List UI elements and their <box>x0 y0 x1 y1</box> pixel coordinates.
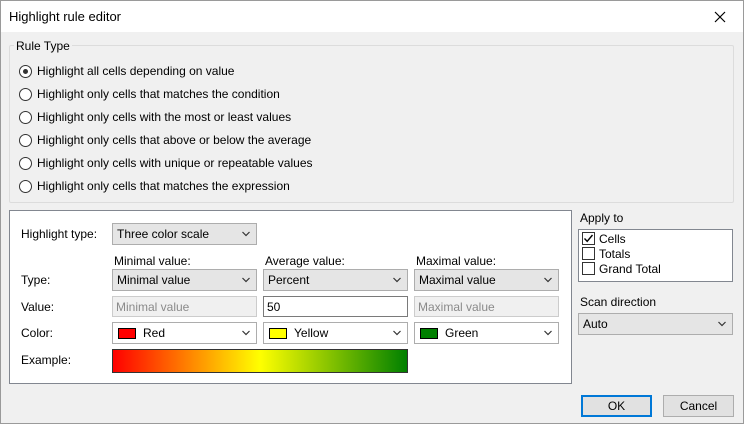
close-button[interactable] <box>697 1 743 32</box>
radio-option-all-cells[interactable]: Highlight all cells depending on value <box>19 63 234 79</box>
min-value-header: Minimal value: <box>114 254 191 268</box>
color-swatch <box>420 327 438 339</box>
min-type-value: Minimal value <box>117 273 191 287</box>
radio-button[interactable] <box>19 133 32 147</box>
radio-label: Highlight only cells that matches the ex… <box>37 179 290 193</box>
cancel-button[interactable]: Cancel <box>663 395 734 417</box>
radio-label: Highlight only cells with the most or le… <box>37 110 292 124</box>
chevron-down-icon <box>242 231 250 237</box>
rule-type-legend: Rule Type <box>14 39 72 53</box>
dialog-window: Highlight rule editor Rule Type Highligh… <box>0 0 744 424</box>
value-row-label: Value: <box>21 300 55 314</box>
checkbox-label: Totals <box>599 246 631 261</box>
checkbox-label: Cells <box>599 231 626 246</box>
min-color-select[interactable]: Red <box>112 322 257 344</box>
radio-button[interactable] <box>19 179 32 193</box>
scan-direction-value: Auto <box>583 317 608 331</box>
color-row-label: Color: <box>21 326 54 340</box>
radio-option-condition[interactable]: Highlight only cells that matches the co… <box>19 86 280 102</box>
radio-option-average[interactable]: Highlight only cells that above or below… <box>19 132 311 148</box>
max-type-value: Maximal value <box>419 273 496 287</box>
apply-to-item-grand-total[interactable]: Grand Total <box>582 261 661 276</box>
check-icon <box>583 234 594 243</box>
radio-button[interactable] <box>19 110 32 124</box>
radio-label: Highlight only cells that above or below… <box>37 133 312 147</box>
type-row-label: Type: <box>21 273 51 287</box>
highlight-type-value: Three color scale <box>117 227 210 241</box>
chevron-down-icon <box>242 277 250 283</box>
min-value-field: Minimal value <box>112 296 257 317</box>
min-value-text: Minimal value <box>116 299 190 314</box>
max-value-field: Maximal value <box>414 296 559 317</box>
radio-label: Highlight only cells that matches the co… <box>37 87 280 101</box>
highlight-settings-panel: Highlight type: Three color scale Minima… <box>9 210 572 384</box>
chevron-down-icon <box>544 277 552 283</box>
chevron-down-icon <box>242 330 250 336</box>
checkbox[interactable] <box>582 247 595 260</box>
radio-button[interactable] <box>19 64 32 78</box>
scan-direction-label: Scan direction <box>580 295 657 309</box>
avg-type-value: Percent <box>268 273 310 287</box>
window-title: Highlight rule editor <box>9 9 122 24</box>
avg-value-header: Average value: <box>265 254 345 268</box>
ok-label: OK <box>607 399 626 413</box>
avg-color-name: Yellow <box>294 326 329 340</box>
avg-color-select[interactable]: Yellow <box>263 322 408 344</box>
close-icon <box>714 11 726 22</box>
chevron-down-icon <box>544 330 552 336</box>
highlight-type-label: Highlight type: <box>21 227 98 241</box>
chevron-down-icon <box>393 277 401 283</box>
scan-direction-select[interactable]: Auto <box>578 313 733 335</box>
chevron-down-icon <box>718 321 726 327</box>
radio-label: Highlight all cells depending on value <box>37 64 235 78</box>
avg-value-text: 50 <box>267 299 281 314</box>
checkbox-label: Grand Total <box>599 261 661 276</box>
min-type-select[interactable]: Minimal value <box>112 269 257 291</box>
ok-button[interactable]: OK <box>581 395 652 417</box>
radio-option-expression[interactable]: Highlight only cells that matches the ex… <box>19 178 290 194</box>
highlight-type-select[interactable]: Three color scale <box>112 223 257 245</box>
max-type-select[interactable]: Maximal value <box>414 269 559 291</box>
max-value-header: Maximal value: <box>416 254 497 268</box>
cancel-label: Cancel <box>679 399 718 413</box>
apply-to-item-totals[interactable]: Totals <box>582 246 630 261</box>
title-bar: Highlight rule editor <box>1 1 743 32</box>
radio-button[interactable] <box>19 87 32 101</box>
color-swatch <box>118 327 136 339</box>
max-value-text: Maximal value <box>418 299 495 314</box>
color-swatch <box>269 327 287 339</box>
radio-button[interactable] <box>19 156 32 170</box>
example-row-label: Example: <box>21 353 72 367</box>
min-color-name: Red <box>143 326 166 340</box>
chevron-down-icon <box>393 330 401 336</box>
checkbox[interactable] <box>582 262 595 275</box>
avg-type-select[interactable]: Percent <box>263 269 408 291</box>
apply-to-list: Cells Totals Grand Total <box>578 229 733 282</box>
example-gradient-preview <box>112 349 408 373</box>
radio-label: Highlight only cells with unique or repe… <box>37 156 313 170</box>
max-color-select[interactable]: Green <box>414 322 559 344</box>
checkbox[interactable] <box>582 232 595 245</box>
radio-option-most-least[interactable]: Highlight only cells with the most or le… <box>19 109 291 125</box>
apply-to-label: Apply to <box>580 211 624 225</box>
max-color-name: Green <box>445 326 479 340</box>
apply-to-item-cells[interactable]: Cells <box>582 231 626 246</box>
radio-option-unique[interactable]: Highlight only cells with unique or repe… <box>19 155 313 171</box>
avg-value-field[interactable]: 50 <box>263 296 408 317</box>
